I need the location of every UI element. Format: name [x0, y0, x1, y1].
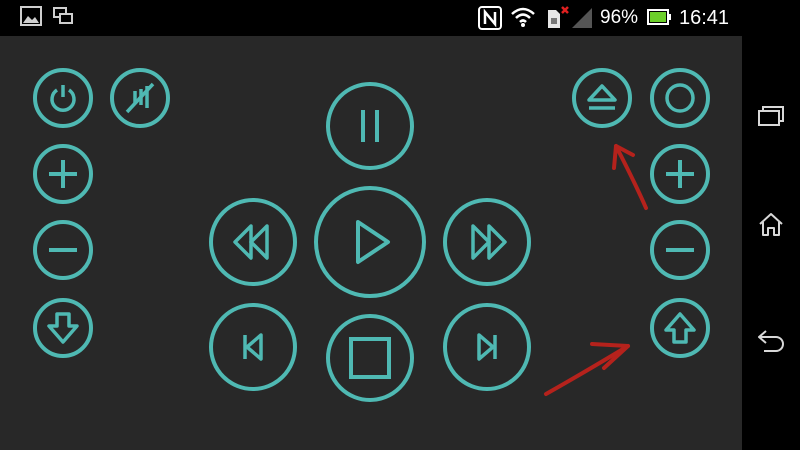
remote-control-panel — [0, 36, 742, 450]
gallery-icon — [20, 6, 42, 26]
channel-up-icon — [664, 312, 696, 344]
skip-previous-button[interactable] — [209, 303, 297, 391]
plus-button[interactable] — [650, 144, 710, 204]
pause-button[interactable] — [326, 82, 414, 170]
plus-icon — [666, 160, 694, 188]
channel-down-icon — [47, 312, 79, 344]
back-button[interactable] — [742, 320, 800, 360]
recent-apps-icon — [758, 106, 784, 126]
play-icon — [356, 220, 390, 264]
skip-next-icon — [477, 333, 497, 361]
navigation-bar — [742, 36, 800, 450]
home-button[interactable] — [742, 204, 800, 244]
status-bar: 96% 16:41 — [0, 0, 800, 36]
eject-icon — [587, 84, 617, 110]
mute-button[interactable] — [110, 68, 170, 128]
volume-down-button[interactable] — [33, 220, 93, 280]
nfc-icon — [478, 6, 502, 30]
channel-up-button[interactable] — [650, 298, 710, 358]
volume-down-icon — [49, 248, 77, 252]
power-icon — [50, 85, 76, 112]
rewind-icon — [233, 224, 269, 260]
sim-icon — [548, 6, 569, 28]
power-button[interactable] — [33, 68, 93, 128]
stop-button[interactable] — [326, 314, 414, 402]
fast-forward-icon — [471, 224, 507, 260]
pause-icon — [361, 110, 379, 142]
home-icon — [759, 213, 783, 236]
volume-up-icon — [49, 160, 77, 188]
play-button[interactable] — [314, 186, 426, 298]
recent-apps-button[interactable] — [742, 96, 800, 136]
volume-up-button[interactable] — [33, 144, 93, 204]
battery-percentage: 96% — [600, 7, 639, 28]
eject-button[interactable] — [572, 68, 632, 128]
mute-icon — [125, 82, 155, 114]
minus-icon — [666, 248, 694, 252]
back-icon — [758, 330, 784, 352]
battery-icon — [647, 9, 671, 25]
rewind-button[interactable] — [209, 198, 297, 286]
stop-icon — [349, 337, 391, 379]
signal-icon — [572, 8, 592, 28]
fast-forward-button[interactable] — [443, 198, 531, 286]
record-button[interactable] — [650, 68, 710, 128]
minus-button[interactable] — [650, 220, 710, 280]
channel-down-button[interactable] — [33, 298, 93, 358]
record-icon — [665, 83, 695, 113]
screen-mirror-icon — [53, 7, 73, 24]
wifi-icon — [511, 7, 535, 27]
skip-previous-icon — [243, 333, 263, 361]
skip-next-button[interactable] — [443, 303, 531, 391]
clock: 16:41 — [679, 7, 730, 29]
